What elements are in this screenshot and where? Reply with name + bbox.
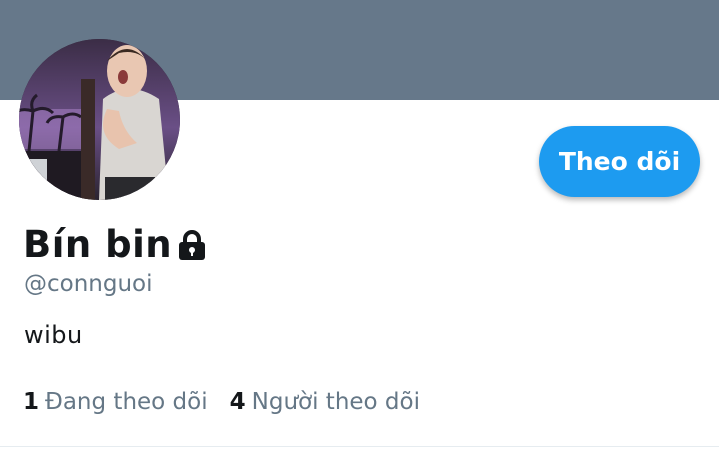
profile-name-row: Bín bin xyxy=(23,221,207,267)
bio: wibu xyxy=(24,321,83,349)
avatar-photo xyxy=(19,39,180,200)
lock-icon xyxy=(177,229,207,265)
profile-stats: 1 Đang theo dõi 4 Người theo dõi xyxy=(23,389,442,415)
followers-count: 4 xyxy=(229,389,246,415)
display-name: Bín bin xyxy=(23,222,173,266)
following-count: 1 xyxy=(23,389,40,415)
divider xyxy=(0,446,719,447)
following-label: Đang theo dõi xyxy=(45,389,208,415)
followers-stat[interactable]: 4 Người theo dõi xyxy=(230,389,420,415)
avatar[interactable] xyxy=(19,39,180,200)
follow-button[interactable]: Theo dõi xyxy=(539,126,700,197)
following-stat[interactable]: 1 Đang theo dõi xyxy=(23,389,208,415)
followers-label: Người theo dõi xyxy=(251,389,420,415)
handle: @connguoi xyxy=(24,271,153,297)
